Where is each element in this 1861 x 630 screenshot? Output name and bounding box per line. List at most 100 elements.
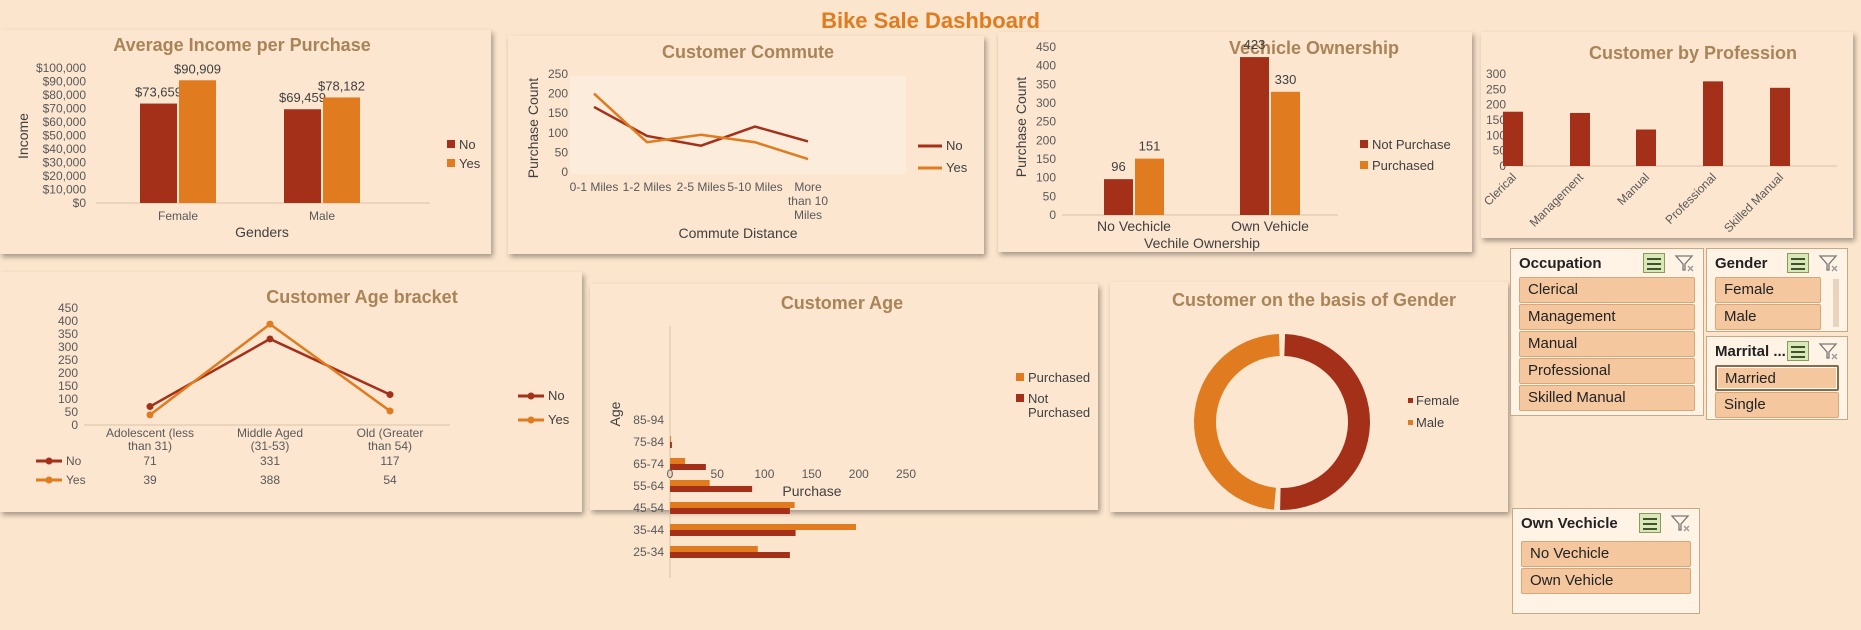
bar-professional <box>1703 81 1723 166</box>
bar-skilled-manual <box>1770 87 1790 166</box>
point-no-2 <box>386 391 394 399</box>
y-axis-label: Age <box>607 401 623 426</box>
y-tick-label: $60,000 <box>43 115 87 129</box>
slicer-item-professional[interactable]: Professional <box>1519 358 1695 384</box>
bar-not-purchased-25-34 <box>670 552 790 558</box>
bar-no-female <box>140 103 177 203</box>
point-no-1 <box>266 335 274 343</box>
chart-title: Customer by Profession <box>1589 43 1797 63</box>
bar-no-male <box>284 109 321 203</box>
slicer-item-manual[interactable]: Manual <box>1519 331 1695 357</box>
vehicle-chart: Vechicle Ownership0501001502002503003504… <box>1013 37 1451 251</box>
legend-label: Yes <box>548 412 570 427</box>
income-chart-card[interactable]: Average Income per Purchase $0 $10,000 $20,… <box>0 30 491 254</box>
y-tick-label: 350 <box>58 327 78 341</box>
legend-label: Not Purchase <box>1372 137 1451 152</box>
bar-not-purchase-own-vehicle <box>1240 57 1269 215</box>
y-tick-label: 85-94 <box>633 413 664 427</box>
multi-select-icon[interactable] <box>1787 253 1809 273</box>
slicer-item-married[interactable]: Married <box>1715 365 1839 391</box>
gender-chart-card[interactable]: Customer on the basis of Gender Female Mal… <box>1110 282 1508 512</box>
bar-not-purchased-75-84 <box>670 442 672 448</box>
y-tick-label: 100 <box>1036 171 1056 185</box>
clear-filter-icon[interactable] <box>1817 341 1839 361</box>
x-tick-label: Miles <box>794 208 822 222</box>
commute-chart: Customer Commute 0 50 100 150 200 250 Purchase … <box>525 42 968 241</box>
slicer-item-male[interactable]: Male <box>1715 304 1821 330</box>
legend-label: Purchased <box>1028 405 1090 420</box>
age-chart-card[interactable]: Customer Age 25-34 35-44 45-54 55-64 65-74 75-… <box>590 284 1098 578</box>
clear-filter-icon[interactable] <box>1673 253 1695 273</box>
slicer-item-female[interactable]: Female <box>1715 277 1821 303</box>
y-tick-label: $40,000 <box>43 142 87 156</box>
gender-slicer-title: Gender <box>1715 255 1768 272</box>
legend-swatch <box>1360 161 1368 169</box>
x-tick-label: 2-5 Miles <box>677 180 726 194</box>
y-tick-label: 350 <box>1036 77 1056 91</box>
marital-slicer[interactable]: Marrital ... Married Single <box>1706 336 1848 420</box>
y-tick-label: 100 <box>58 392 78 406</box>
y-tick-label: 100 <box>548 126 568 140</box>
vehicle-chart-card[interactable]: Vechicle Ownership 0 50 100 150 200 250 300 350 4… <box>998 32 1472 252</box>
chart-title: Customer on the basis of Gender <box>1172 290 1456 310</box>
y-tick-label: $80,000 <box>43 88 87 102</box>
bar-not-purchased-45-54 <box>670 508 790 514</box>
x-tick-label: 1-2 Miles <box>623 180 672 194</box>
slicer-item-single[interactable]: Single <box>1715 392 1839 418</box>
data-label: 330 <box>1275 72 1297 87</box>
clear-filter-icon[interactable] <box>1817 253 1839 273</box>
legend-marker <box>527 392 535 400</box>
slicer-item-skilled-manual[interactable]: Skilled Manual <box>1519 385 1695 411</box>
y-tick-label: 300 <box>1486 67 1506 81</box>
plot-area <box>570 76 906 174</box>
bar-yes-male <box>323 97 360 203</box>
gender-slicer-scrollbar[interactable] <box>1833 279 1839 327</box>
y-tick-label: 55-64 <box>633 479 664 493</box>
x-tick-label: Old (Greater <box>357 426 424 440</box>
clear-filter-icon[interactable] <box>1669 513 1691 533</box>
slicer-item-no-vechicle[interactable]: No Vechicle <box>1521 541 1691 567</box>
data-label: 151 <box>1139 139 1161 154</box>
multi-select-icon[interactable] <box>1643 253 1665 273</box>
bar-purchased-own-vehicle <box>1271 91 1300 215</box>
bar-purchased-no-vechicle <box>1135 158 1164 215</box>
bar-not-purchased-55-64 <box>670 486 753 492</box>
y-tick-label: 150 <box>1036 152 1056 166</box>
x-tick-label: 0 <box>667 467 674 481</box>
legend-swatch <box>447 159 455 167</box>
multi-select-icon[interactable] <box>1787 341 1809 361</box>
y-tick-label: 35-44 <box>633 523 664 537</box>
profession-chart-card[interactable]: Customer by Profession 0 50 100 150 200 250 300… <box>1481 32 1853 238</box>
y-tick-label: 250 <box>58 353 78 367</box>
y-tick-label: 50 <box>1043 189 1057 203</box>
x-tick-label: 200 <box>849 467 869 481</box>
x-tick-label: 150 <box>802 467 822 481</box>
y-tick-label: 65-74 <box>633 457 664 471</box>
occupation-slicer[interactable]: Occupation Clerical Management Manual Pr… <box>1510 248 1704 416</box>
bar-purchased-25-34 <box>670 546 758 552</box>
x-tick-label: 50 <box>711 467 725 481</box>
x-tick-label: than 31) <box>128 439 172 453</box>
vehicle-slicer[interactable]: Own Vechicle No Vechicle Own Vehicle <box>1512 508 1700 614</box>
y-tick-label: 75-84 <box>633 435 664 449</box>
gender-chart: Customer on the basis of Gender Female Mal… <box>1172 290 1459 510</box>
legend-label: No <box>548 388 565 403</box>
line-series-no <box>149 337 391 408</box>
legend-swatch <box>1016 394 1024 402</box>
y-tick-label: 300 <box>58 340 78 354</box>
y-tick-label: 400 <box>1036 59 1056 73</box>
commute-chart-card[interactable]: Customer Commute 0 50 100 150 200 250 Purchase … <box>508 36 984 254</box>
bar-manual <box>1636 129 1656 166</box>
slicer-item-management[interactable]: Management <box>1519 304 1695 330</box>
agebracket-chart-card[interactable]: Customer Age bracket 0 50 100 150 200 250 300 35… <box>0 272 582 512</box>
multi-select-icon[interactable] <box>1639 513 1661 533</box>
point-yes-0 <box>146 411 154 419</box>
slicer-item-clerical[interactable]: Clerical <box>1519 277 1695 303</box>
y-tick-label: 250 <box>548 67 568 81</box>
slicer-item-own-vehicle[interactable]: Own Vehicle <box>1521 568 1691 594</box>
bar-not-purchase-no-vechicle <box>1104 179 1133 215</box>
bar-clerical <box>1503 111 1523 166</box>
gender-slicer[interactable]: Gender Female Male <box>1706 248 1848 332</box>
y-tick-label: $20,000 <box>43 169 87 183</box>
y-tick-label: 200 <box>58 366 78 380</box>
